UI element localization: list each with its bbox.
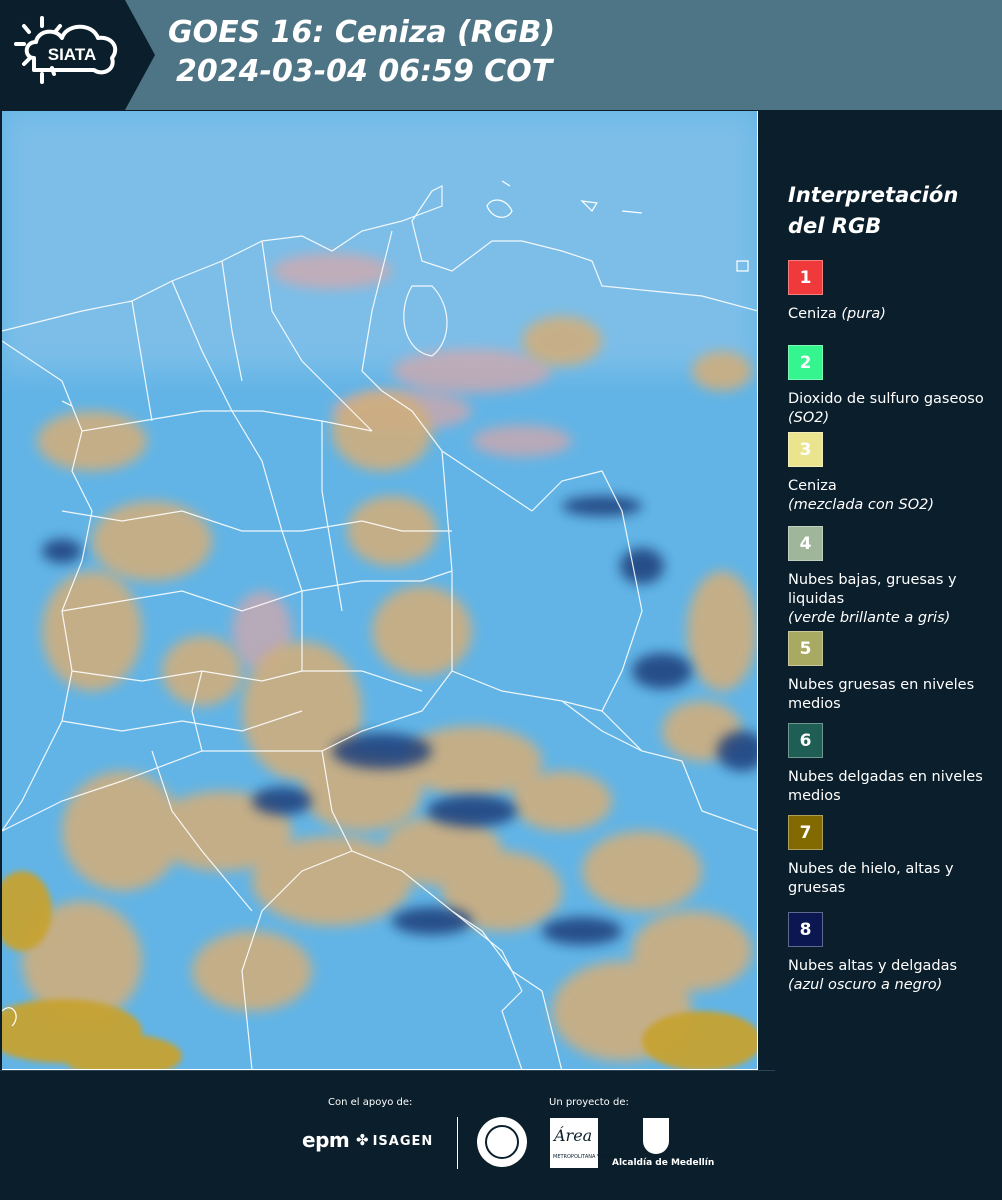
- legend-label: Dioxido de sulfuro gaseoso (SO2): [788, 390, 1000, 428]
- logo-area: SIATA: [0, 0, 125, 110]
- footer-divider: [457, 1117, 458, 1169]
- legend-label-text: Dioxido de sulfuro gaseoso: [788, 391, 984, 407]
- legend-swatch: 3: [788, 432, 823, 467]
- legend-item: 7 Nubes de hielo, altas y gruesas: [788, 815, 1000, 898]
- satellite-image: [2, 111, 757, 1069]
- page-title: GOES 16: Ceniza (RGB): [168, 15, 556, 50]
- support-label: Con el apoyo de:: [328, 1097, 413, 1108]
- university-seal-icon: [477, 1117, 527, 1167]
- legend-label-text: Nubes altas y delgadas: [788, 958, 958, 974]
- legend-swatch: 7: [788, 815, 823, 850]
- logo-chevron: [125, 0, 155, 110]
- legend-label-text: Ceniza: [788, 478, 837, 494]
- project-label: Un proyecto de:: [549, 1097, 629, 1108]
- legend-swatch: 2: [788, 345, 823, 380]
- page-timestamp: 2024-03-04 06:59 COT: [176, 54, 553, 89]
- epm-logo: epm: [302, 1128, 350, 1152]
- legend-label-text: Nubes de hielo, altas y gruesas: [788, 861, 954, 896]
- area-metropolitana-logo: Área METROPOLITANA Valle de Aburrá: [550, 1118, 635, 1168]
- legend-label-note: (pura): [841, 306, 886, 322]
- legend-label-text: Nubes bajas, gruesas y liquidas: [788, 572, 957, 607]
- legend-swatch: 5: [788, 631, 823, 666]
- legend-item: 1 Ceniza (pura): [788, 260, 1000, 324]
- legend-label-note: (mezclada con SO2): [788, 497, 935, 513]
- alcaldia-logo-text: Alcaldía de Medellín: [612, 1158, 715, 1168]
- legend-swatch: 1: [788, 260, 823, 295]
- satellite-map[interactable]: [2, 111, 758, 1070]
- isagen-mark-icon: ✤: [356, 1131, 370, 1149]
- legend-label: Nubes altas y delgadas (azul oscuro a neg…: [788, 957, 1000, 995]
- legend-label: Ceniza (pura): [788, 305, 1000, 324]
- isagen-text: ISAGEN: [372, 1134, 434, 1149]
- isagen-logo: ✤ ISAGEN: [356, 1131, 433, 1149]
- legend-label-note: (azul oscuro a negro): [788, 977, 943, 993]
- area-logo-text: Área: [554, 1126, 593, 1145]
- legend-item: 5 Nubes gruesas en niveles medios: [788, 631, 1000, 714]
- siata-logo-icon: SIATA: [14, 16, 118, 84]
- legend-label-text: Nubes delgadas en niveles medios: [788, 769, 983, 804]
- legend-item: 2 Dioxido de sulfuro gaseoso (SO2): [788, 345, 1000, 428]
- logo-text: SIATA: [48, 45, 96, 64]
- legend-swatch: 4: [788, 526, 823, 561]
- legend-panel: Interpretación del RGB 1 Ceniza (pura) 2 Di…: [770, 110, 1002, 1070]
- legend-label: Nubes gruesas en niveles medios: [788, 676, 1000, 714]
- legend-label-note: (SO2): [788, 410, 830, 426]
- footer-separator: [0, 1070, 775, 1071]
- legend-item: 3 Ceniza (mezclada con SO2): [788, 432, 1000, 515]
- legend-label-text: Nubes gruesas en niveles medios: [788, 677, 975, 712]
- legend-label: Nubes delgadas en niveles medios: [788, 768, 1000, 806]
- legend-swatch: 8: [788, 912, 823, 947]
- legend-label: Ceniza (mezclada con SO2): [788, 477, 1000, 515]
- legend-item: 8 Nubes altas y delgadas (azul oscuro a ne…: [788, 912, 1000, 995]
- legend-item: 4 Nubes bajas, gruesas y liquidas (verde b…: [788, 526, 1000, 628]
- legend-title: Interpretación del RGB: [788, 183, 959, 238]
- legend-label: Nubes bajas, gruesas y liquidas (verde br…: [788, 571, 1000, 628]
- legend-label-text: Ceniza: [788, 306, 842, 322]
- legend-item: 6 Nubes delgadas en niveles medios: [788, 723, 1000, 806]
- header-bar: SIATA GOES 16: Ceniza (RGB) 2024-03-04 0…: [0, 0, 1002, 110]
- legend-swatch: 6: [788, 723, 823, 758]
- legend-label: Nubes de hielo, altas y gruesas: [788, 860, 1000, 898]
- alcaldia-shield-icon: [643, 1118, 669, 1154]
- legend-label-note: (verde brillante a gris): [788, 610, 951, 626]
